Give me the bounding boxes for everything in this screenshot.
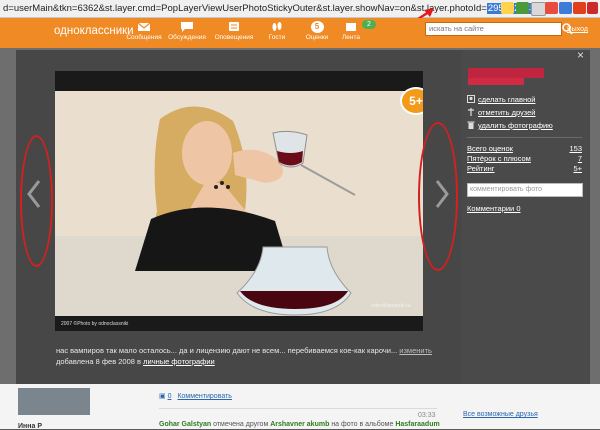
edit-caption-link[interactable]: изменить bbox=[399, 346, 432, 355]
close-icon[interactable]: × bbox=[577, 48, 584, 62]
stat-label: Всего оценок bbox=[467, 144, 513, 153]
annotation-circle bbox=[418, 122, 458, 271]
make-main-photo-link[interactable]: сделать главной bbox=[478, 95, 535, 104]
stat-value: 7 bbox=[577, 154, 582, 163]
envelope-icon bbox=[137, 22, 151, 31]
comment-count: 0 bbox=[167, 393, 172, 400]
watermark-text: odnoklassniki.ru bbox=[371, 303, 411, 309]
user-card-icon bbox=[467, 95, 475, 103]
site-logo[interactable]: одноклассники bbox=[54, 25, 134, 37]
photo-caption: нас вампиров так мало осталось... да и л… bbox=[56, 346, 432, 355]
extension-icon[interactable] bbox=[545, 2, 558, 14]
nav-messages[interactable]: Сообщения bbox=[123, 21, 165, 41]
extension-icon[interactable] bbox=[531, 2, 546, 16]
search-input[interactable]: искать на сайте bbox=[425, 22, 562, 36]
stat-label: Пятёрок с плюсом bbox=[467, 154, 531, 163]
photo-copyright: 2007 ©Photo by odnoclassniki bbox=[61, 321, 129, 327]
divider bbox=[467, 137, 582, 138]
activity-line: Gohar Galstyan отмечена другом Arshavner… bbox=[159, 421, 440, 428]
activity-text: отмечена другом bbox=[213, 421, 269, 428]
comments-link[interactable]: Комментарии 0 bbox=[467, 204, 521, 213]
chat-icon bbox=[181, 22, 193, 32]
pin-icon bbox=[468, 108, 474, 116]
address-bar[interactable]: d=userMain&tkn=6362&st.layer.cmd=PopLaye… bbox=[0, 0, 600, 32]
footprints-icon bbox=[272, 22, 282, 31]
delete-photo-link[interactable]: удалить фотографию bbox=[478, 121, 553, 130]
activity-album-link[interactable]: Hasfaraadum bbox=[395, 421, 439, 428]
caption-text: нас вампиров так мало осталось... да и л… bbox=[56, 346, 398, 355]
nav-label: Лента bbox=[342, 34, 360, 41]
owner-name-redacted bbox=[468, 78, 524, 85]
stat-total-ratings[interactable]: Всего оценок 153 bbox=[467, 144, 582, 153]
photo-added-info: добавлена 8 фев 2008 в личные фотографии bbox=[56, 357, 215, 366]
stat-five-plus[interactable]: Пятёрок с плюсом 7 bbox=[467, 154, 582, 163]
album-link[interactable]: личные фотографии bbox=[143, 357, 215, 366]
stat-value: 153 bbox=[569, 144, 582, 153]
added-date-text: добавлена 8 фев 2008 в bbox=[56, 357, 142, 366]
trash-icon bbox=[467, 121, 475, 129]
comments-counter[interactable]: ▣ 0 Комментировать bbox=[159, 392, 232, 400]
nav-label: Обсуждения bbox=[168, 34, 206, 41]
activity-friend-link[interactable]: Arshavner akumb bbox=[270, 421, 329, 428]
owner-name-redacted bbox=[468, 68, 544, 78]
extension-icon[interactable] bbox=[573, 2, 586, 14]
nav-guests[interactable]: Гости bbox=[256, 21, 298, 41]
nav-notifications[interactable]: Оповещения bbox=[213, 21, 255, 41]
extension-icon[interactable] bbox=[559, 2, 572, 14]
extension-icon[interactable] bbox=[587, 2, 598, 14]
activity-suffix: на фото в альбоме bbox=[331, 421, 394, 428]
background-page-content: Инна Р ▣ 0 Комментировать 03:33 Gohar Ga… bbox=[0, 384, 600, 430]
star-icon[interactable] bbox=[501, 2, 514, 14]
url-text[interactable]: d=userMain&tkn=6362&st.layer.cmd=PopLaye… bbox=[3, 3, 553, 14]
rating-badge: 5 bbox=[314, 22, 320, 31]
comment-link: Комментировать bbox=[177, 393, 232, 400]
feed-badge: 2 bbox=[362, 20, 376, 29]
friend-photo-thumbnail bbox=[18, 388, 90, 415]
annotation-circle bbox=[20, 135, 53, 267]
nav-label: Оценки bbox=[305, 34, 329, 41]
nav-label: Гости bbox=[268, 34, 286, 41]
stat-rating[interactable]: Рейтинг 5+ bbox=[467, 164, 582, 173]
stat-label: Рейтинг bbox=[467, 164, 495, 173]
logout-link[interactable]: Выход bbox=[567, 26, 588, 33]
bell-icon bbox=[229, 22, 239, 31]
divider bbox=[159, 408, 437, 409]
photo-image[interactable]: 5+ odnoklassniki.ru 2007 ©Photo by odnoc… bbox=[55, 71, 423, 331]
stat-value: 5+ bbox=[573, 164, 582, 173]
nav-label: Сообщения bbox=[126, 34, 162, 41]
comment-input[interactable]: комментировать фото bbox=[467, 183, 583, 197]
photo-illustration bbox=[55, 71, 423, 331]
tag-friends-link[interactable]: отметить друзей bbox=[478, 108, 536, 117]
comment-icon: ▣ bbox=[159, 393, 166, 400]
activity-time: 03:33 bbox=[418, 412, 436, 419]
activity-user-link[interactable]: Gohar Galstyan bbox=[159, 421, 211, 428]
feed-icon bbox=[346, 23, 356, 31]
nav-discussions[interactable]: Обсуждения bbox=[166, 21, 208, 41]
nav-label: Оповещения bbox=[214, 34, 254, 41]
extension-icon[interactable] bbox=[516, 2, 529, 14]
rating-icon: 5 bbox=[310, 21, 324, 33]
all-friends-link[interactable]: Все возможные друзья bbox=[463, 411, 538, 418]
